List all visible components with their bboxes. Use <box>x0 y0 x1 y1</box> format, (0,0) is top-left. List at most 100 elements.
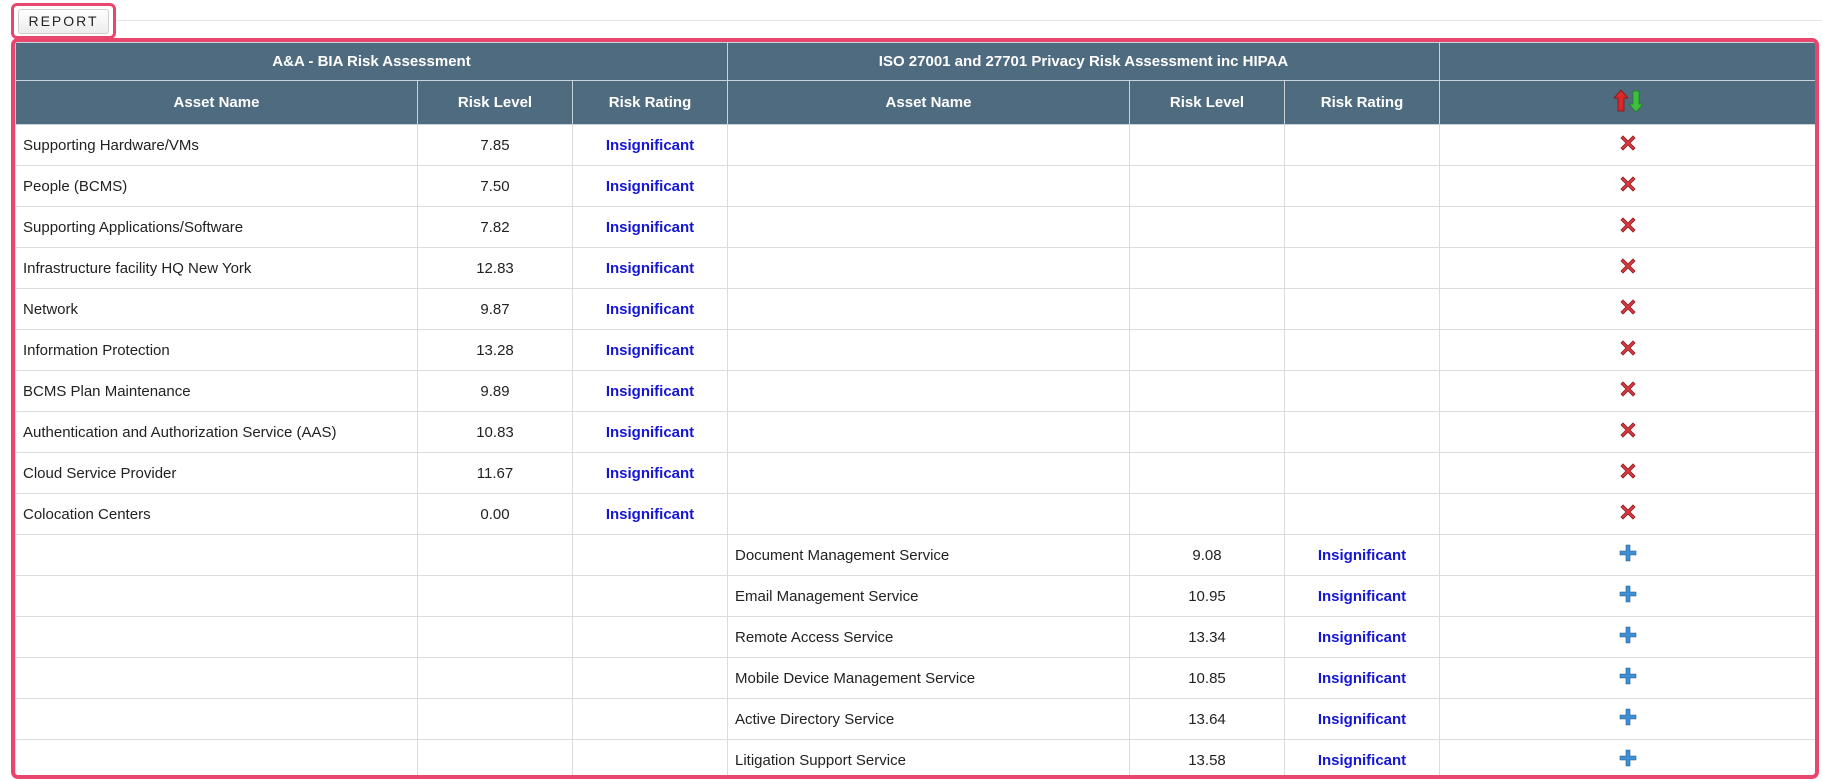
empty-cell <box>572 575 728 617</box>
empty-cell <box>1284 206 1440 248</box>
risk-rating-cell: Insignificant <box>1284 616 1440 658</box>
delete-x-icon[interactable] <box>1618 338 1638 362</box>
col-header-risk-level-left[interactable]: Risk Level <box>417 80 573 125</box>
delete-x-icon[interactable] <box>1618 174 1638 198</box>
col-header-risk-rating-right[interactable]: Risk Rating <box>1284 80 1440 125</box>
table-row: People (BCMS) 7.50 Insignificant <box>15 165 1815 207</box>
delete-x-icon[interactable] <box>1618 215 1638 239</box>
group-header-iso: ISO 27001 and 27701 Privacy Risk Assessm… <box>727 42 1440 81</box>
empty-cell <box>1129 493 1285 535</box>
add-plus-icon[interactable] <box>1618 543 1638 567</box>
empty-cell <box>1284 329 1440 371</box>
table-row: Information Protection 13.28 Insignificant <box>15 329 1815 371</box>
risk-rating-cell: Insignificant <box>572 247 728 289</box>
asset-name-cell: Colocation Centers <box>15 493 418 535</box>
row-action-cell <box>1439 657 1815 699</box>
row-action-cell <box>1439 698 1815 740</box>
col-header-sort[interactable] <box>1439 80 1815 125</box>
row-action-cell <box>1439 534 1815 576</box>
row-action-cell <box>1439 616 1815 658</box>
risk-level-cell: 12.83 <box>417 247 573 289</box>
delete-x-icon[interactable] <box>1618 297 1638 321</box>
empty-cell <box>572 616 728 658</box>
risk-assessment-table: A&A - BIA Risk Assessment ISO 27001 and … <box>15 42 1815 775</box>
asset-name-cell: Litigation Support Service <box>727 739 1130 775</box>
empty-cell <box>15 657 418 699</box>
empty-cell <box>727 411 1130 453</box>
table-row: Mobile Device Management Service 10.85 Ins… <box>15 657 1815 699</box>
risk-rating-cell: Insignificant <box>1284 739 1440 775</box>
risk-level-cell: 7.85 <box>417 124 573 166</box>
add-plus-icon[interactable] <box>1618 707 1638 731</box>
group-header-actions <box>1439 42 1815 81</box>
empty-cell <box>15 698 418 740</box>
row-action-cell <box>1439 247 1815 289</box>
asset-name-cell: Supporting Hardware/VMs <box>15 124 418 166</box>
risk-table-highlight: A&A - BIA Risk Assessment ISO 27001 and … <box>11 38 1819 779</box>
risk-level-cell: 11.67 <box>417 452 573 494</box>
report-button-highlight: REPORT <box>11 3 116 39</box>
risk-level-cell: 13.64 <box>1129 698 1285 740</box>
empty-cell <box>1284 493 1440 535</box>
tab-divider-line <box>116 20 1822 21</box>
row-action-cell <box>1439 370 1815 412</box>
risk-rating-cell: Insignificant <box>572 452 728 494</box>
row-action-cell <box>1439 288 1815 330</box>
table-row: Active Directory Service 13.64 Insignifica… <box>15 698 1815 740</box>
risk-level-cell: 10.85 <box>1129 657 1285 699</box>
row-action-cell <box>1439 739 1815 775</box>
table-row: Supporting Applications/Software 7.82 Insi… <box>15 206 1815 248</box>
add-plus-icon[interactable] <box>1618 625 1638 649</box>
empty-cell <box>727 165 1130 207</box>
empty-cell <box>417 534 573 576</box>
empty-cell <box>727 452 1130 494</box>
table-row: Network 9.87 Insignificant <box>15 288 1815 330</box>
empty-cell <box>572 534 728 576</box>
delete-x-icon[interactable] <box>1618 256 1638 280</box>
group-header-bia: A&A - BIA Risk Assessment <box>15 42 728 81</box>
risk-level-cell: 0.00 <box>417 493 573 535</box>
col-header-asset-name-right[interactable]: Asset Name <box>727 80 1130 125</box>
asset-name-cell: Mobile Device Management Service <box>727 657 1130 699</box>
risk-level-cell: 13.34 <box>1129 616 1285 658</box>
risk-level-cell: 9.87 <box>417 288 573 330</box>
delete-x-icon[interactable] <box>1618 379 1638 403</box>
empty-cell <box>15 616 418 658</box>
asset-name-cell: Email Management Service <box>727 575 1130 617</box>
risk-rating-cell: Insignificant <box>1284 698 1440 740</box>
risk-level-cell: 10.95 <box>1129 575 1285 617</box>
delete-x-icon[interactable] <box>1618 461 1638 485</box>
delete-x-icon[interactable] <box>1618 420 1638 444</box>
sort-up-down-icon[interactable] <box>1612 88 1644 117</box>
report-button[interactable]: REPORT <box>18 8 109 34</box>
col-header-asset-name-left[interactable]: Asset Name <box>15 80 418 125</box>
col-header-risk-rating-left[interactable]: Risk Rating <box>572 80 728 125</box>
row-action-cell <box>1439 452 1815 494</box>
add-plus-icon[interactable] <box>1618 584 1638 608</box>
empty-cell <box>1129 206 1285 248</box>
group-header-row: A&A - BIA Risk Assessment ISO 27001 and … <box>15 42 1815 81</box>
asset-name-cell: Document Management Service <box>727 534 1130 576</box>
risk-rating-cell: Insignificant <box>572 165 728 207</box>
asset-name-cell: Supporting Applications/Software <box>15 206 418 248</box>
risk-rating-cell: Insignificant <box>572 493 728 535</box>
asset-name-cell: Active Directory Service <box>727 698 1130 740</box>
table-row: Authentication and Authorization Service… <box>15 411 1815 453</box>
empty-cell <box>15 739 418 775</box>
delete-x-icon[interactable] <box>1618 502 1638 526</box>
empty-cell <box>727 370 1130 412</box>
delete-x-icon[interactable] <box>1618 133 1638 157</box>
empty-cell <box>1129 411 1285 453</box>
empty-cell <box>417 739 573 775</box>
add-plus-icon[interactable] <box>1618 748 1638 772</box>
row-action-cell <box>1439 165 1815 207</box>
row-action-cell <box>1439 493 1815 535</box>
empty-cell <box>727 124 1130 166</box>
asset-name-cell: Cloud Service Provider <box>15 452 418 494</box>
empty-cell <box>1129 452 1285 494</box>
table-row: Colocation Centers 0.00 Insignificant <box>15 493 1815 535</box>
empty-cell <box>1284 370 1440 412</box>
col-header-risk-level-right[interactable]: Risk Level <box>1129 80 1285 125</box>
add-plus-icon[interactable] <box>1618 666 1638 690</box>
empty-cell <box>417 616 573 658</box>
